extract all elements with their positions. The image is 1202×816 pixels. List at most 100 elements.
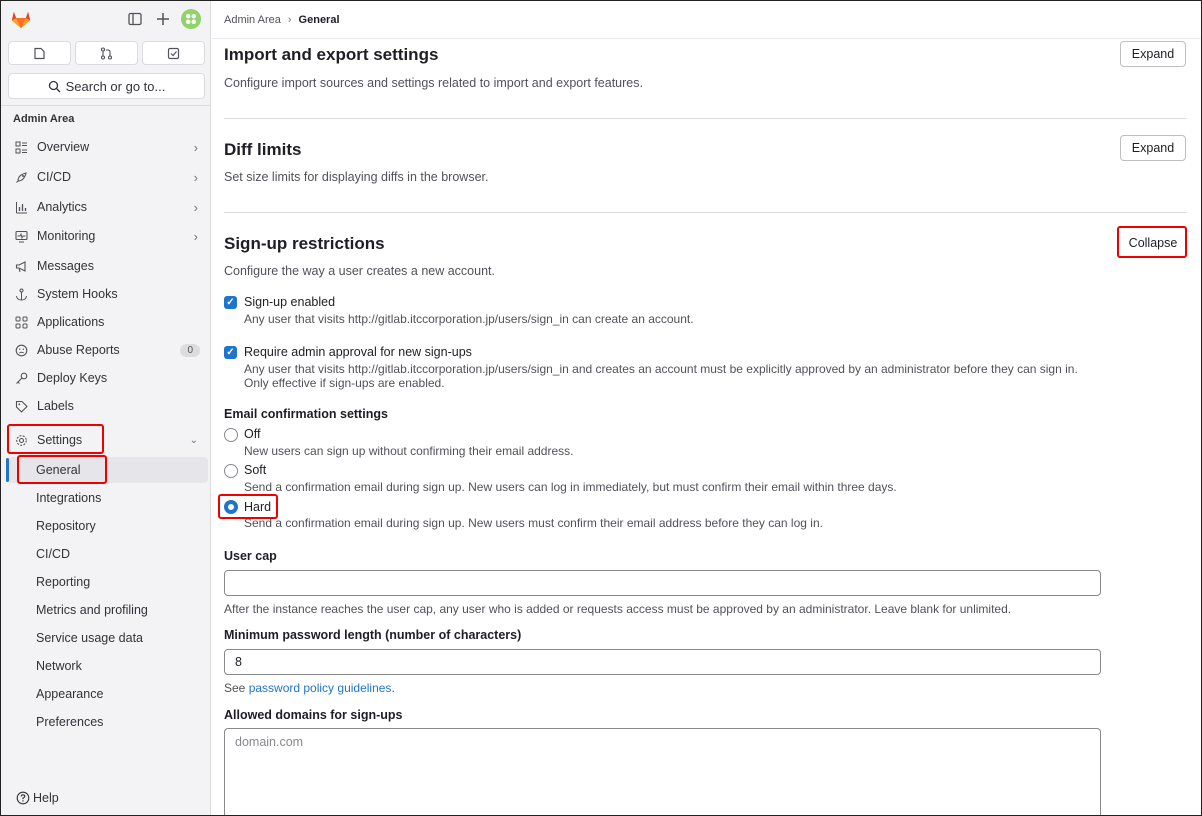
merge-requests-button[interactable] (75, 41, 138, 65)
sidebar-quick-buttons (8, 41, 205, 65)
chevron-right-icon: › (193, 199, 198, 215)
signup-enabled-help: Any user that visits http://gitlab.itcco… (244, 312, 694, 326)
chart-icon (13, 199, 29, 215)
diff-limits-title: Diff limits (224, 140, 302, 159)
allowed-domains-label: Allowed domains for sign-ups (224, 708, 403, 722)
sidebar-item-label: Deploy Keys (37, 371, 108, 385)
user-cap-label: User cap (224, 549, 277, 563)
overview-icon (13, 139, 29, 155)
active-indicator (6, 458, 9, 482)
email-confirmation-soft-help: Send a confirmation email during sign up… (244, 480, 897, 494)
gitlab-logo-icon[interactable] (10, 8, 32, 30)
gear-icon (13, 432, 29, 448)
sidebar-subitem-integrations[interactable]: Integrations (8, 485, 208, 511)
rocket-icon (13, 169, 29, 185)
min-password-label: Minimum password length (number of chara… (224, 628, 522, 642)
sidebar: Search or go to... Admin Area Overview ›… (1, 1, 211, 815)
sidebar-subitem-reporting[interactable]: Reporting (8, 569, 208, 595)
section-divider (224, 212, 1187, 213)
chevron-down-icon: ⌄ (189, 434, 198, 446)
sidebar-item-label: Messages (37, 259, 94, 273)
sidebar-item-label: Abuse Reports (37, 343, 120, 357)
sidebar-subitem-general[interactable]: General (8, 457, 208, 483)
todos-button[interactable] (142, 41, 205, 65)
todo-icon (167, 47, 180, 59)
sidebar-item-label: Applications (37, 315, 105, 329)
email-confirmation-off-help: New users can sign up without confirming… (244, 444, 574, 458)
sidebar-subitem-repository[interactable]: Repository (8, 513, 208, 539)
diff-limits-expand-button[interactable]: Expand (1120, 135, 1186, 161)
allowed-domains-textarea[interactable]: domain.com (224, 728, 1101, 816)
sidebar-item-deploy-keys[interactable]: Deploy Keys (8, 365, 208, 391)
user-cap-help: After the instance reaches the user cap,… (224, 602, 1012, 616)
sidebar-item-overview[interactable]: Overview › (8, 134, 208, 160)
admin-approval-checkbox[interactable]: ✓ (224, 346, 237, 359)
email-confirmation-off-label: Off (244, 427, 261, 441)
breadcrumb-parent[interactable]: Admin Area (224, 14, 281, 26)
sidebar-item-monitoring[interactable]: Monitoring › (8, 223, 208, 249)
merge-request-icon (100, 46, 113, 60)
search-button[interactable]: Search or go to... (8, 73, 205, 99)
user-cap-input[interactable] (224, 570, 1101, 596)
min-password-input[interactable]: 8 (224, 649, 1101, 675)
diff-limits-description: Set size limits for displaying diffs in … (224, 170, 489, 184)
email-confirmation-off-radio[interactable] (224, 428, 238, 442)
sidebar-subitem-metrics[interactable]: Metrics and profiling (8, 597, 208, 623)
email-confirmation-soft-radio[interactable] (224, 464, 238, 478)
email-confirmation-hard-radio[interactable] (224, 500, 238, 514)
sidebar-item-label: Overview (37, 140, 90, 154)
sidebar-item-messages[interactable]: Messages (8, 253, 208, 279)
help-icon (16, 791, 30, 805)
main-content: Import and export settings Configure imp… (212, 40, 1201, 816)
key-icon (13, 370, 29, 386)
sidebar-item-settings[interactable]: Settings ⌄ (8, 427, 208, 453)
sidebar-item-label: Analytics (37, 200, 88, 214)
password-policy-link[interactable]: password policy guidelines (249, 681, 392, 695)
sidebar-item-label: CI/CD (37, 170, 72, 184)
chevron-right-icon: › (193, 228, 198, 244)
signup-restrictions-description: Configure the way a user creates a new a… (224, 264, 495, 278)
count-badge: 0 (180, 343, 200, 357)
plus-icon[interactable] (154, 10, 172, 28)
help-button[interactable]: Help (16, 791, 59, 805)
sidebar-subitem-appearance[interactable]: Appearance (8, 681, 208, 707)
user-avatar[interactable] (181, 9, 201, 29)
sidebar-item-analytics[interactable]: Analytics › (8, 194, 208, 220)
megaphone-icon (13, 258, 29, 274)
breadcrumb-separator-icon: › (287, 13, 292, 26)
email-confirmation-soft-label: Soft (244, 463, 267, 477)
chevron-right-icon: › (193, 139, 198, 155)
sidebar-item-system-hooks[interactable]: System Hooks (8, 281, 208, 307)
sidebar-item-label: System Hooks (37, 287, 118, 301)
sidebar-toggle-icon[interactable] (126, 10, 144, 28)
sidebar-item-cicd[interactable]: CI/CD › (8, 164, 208, 190)
search-label: Search or go to... (65, 78, 166, 94)
import-export-expand-button[interactable]: Expand (1120, 41, 1186, 67)
sidebar-item-applications[interactable]: Applications (8, 309, 208, 335)
sidebar-divider (1, 105, 211, 106)
search-icon (48, 80, 61, 92)
sidebar-subitem-cicd[interactable]: CI/CD (8, 541, 208, 567)
issues-button[interactable] (8, 41, 71, 65)
sidebar-subitem-network[interactable]: Network (8, 653, 208, 679)
anchor-icon (13, 286, 29, 302)
sidebar-item-labels[interactable]: Labels (8, 393, 208, 419)
email-confirmation-hard-label: Hard (244, 500, 272, 514)
signup-enabled-checkbox[interactable]: ✓ (224, 296, 237, 309)
check-icon: ✓ (226, 347, 235, 358)
label-icon (13, 398, 29, 414)
sidebar-subitem-preferences[interactable]: Preferences (8, 709, 208, 735)
admin-approval-label: Require admin approval for new sign-ups (244, 345, 472, 359)
sidebar-item-label: Settings (37, 433, 83, 447)
sidebar-item-label: Monitoring (37, 229, 96, 243)
min-password-help-prefix: See (224, 681, 249, 695)
sidebar-header (1, 1, 211, 39)
abuse-icon (13, 342, 29, 358)
sidebar-item-abuse-reports[interactable]: Abuse Reports 0 (8, 337, 208, 363)
sidebar-subitem-service-usage[interactable]: Service usage data (8, 625, 208, 651)
signup-enabled-label: Sign-up enabled (244, 295, 336, 309)
help-label: Help (33, 791, 59, 805)
signup-restrictions-title: Sign-up restrictions (224, 234, 385, 253)
monitor-icon (13, 228, 29, 244)
signup-collapse-button[interactable]: Collapse (1122, 230, 1184, 256)
